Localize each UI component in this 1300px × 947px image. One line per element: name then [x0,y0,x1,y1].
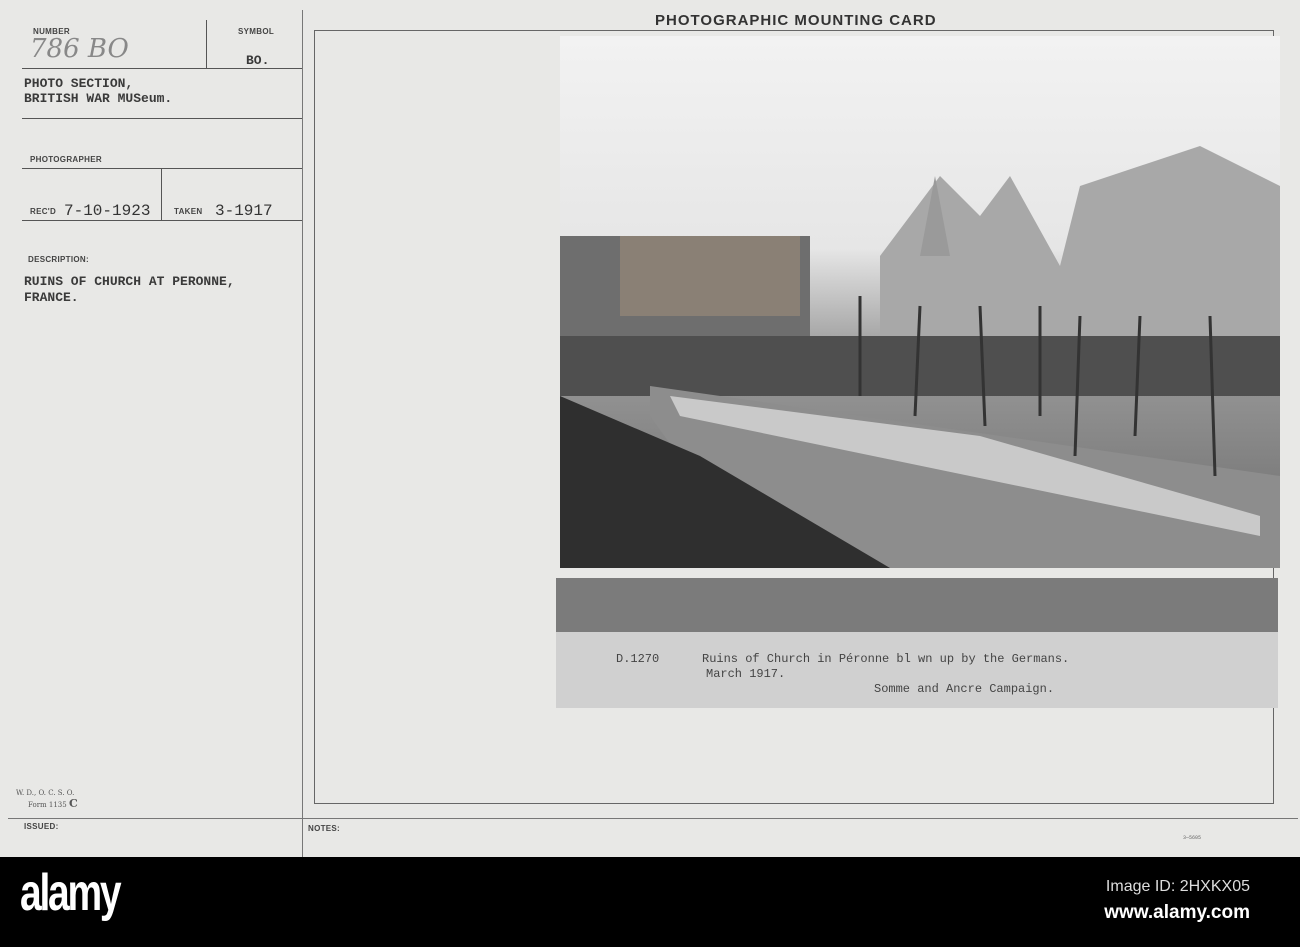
caption-code: D.1270 [616,652,660,666]
symbol-label: SYMBOL [238,27,275,36]
source-line-1: PHOTO SECTION, [24,76,134,91]
watermark-footer: alamy Image ID: 2HXKX05 www.alamy.com [0,857,1300,947]
divider [206,20,207,68]
description-line-2: FRANCE. [24,290,79,305]
issued-label: ISSUED: [24,822,59,831]
recd-label: REC'D [30,207,57,216]
taken-label: TAKEN [174,207,203,216]
divider [161,168,162,220]
photographer-label: PHOTOGRAPHER [30,155,102,164]
recd-value: 7-10-1923 [64,202,151,220]
symbol-value: BO. [246,53,270,68]
caption-line-2: March 1917. [706,667,786,681]
description-line-1: RUINS OF CHURCH AT PERONNE, [24,274,235,289]
alamy-logo: alamy [20,864,122,922]
image-id: Image ID: 2HXKX05 [1105,878,1250,895]
divider [22,68,302,69]
photo-band [556,578,1278,632]
divider [22,220,302,221]
caption-line-3: Somme and Ancre Campaign. [874,682,1055,696]
form-number: Form 1135 [28,801,67,809]
divider [22,118,302,119]
source-line-2: BRITISH WAR MUSeum. [24,91,173,106]
form-line-2: Form 1135 C [28,797,78,810]
number-value: 786 BO [30,34,129,64]
taken-value: 3-1917 [215,202,273,220]
caption-line-1: Ruins of Church in Péronne bl wn up by t… [702,652,1070,666]
ruins-scene [560,146,1280,568]
description-label: DESCRIPTION: [28,255,89,264]
divider [22,168,302,169]
photograph [560,36,1280,568]
alamy-url: www.alamy.com [1104,902,1250,923]
photo-caption-strip: D.1270 Ruins of Church in Péronne bl wn … [556,632,1278,708]
notes-label: NOTES: [308,824,341,833]
form-line-1: W. D., O. C. S. O. [16,789,75,797]
form-suffix: C [68,797,78,810]
divider [8,818,1298,819]
column-divider [302,10,303,857]
print-code: 3—5605 [1183,835,1202,841]
card-title: PHOTOGRAPHIC MOUNTING CARD [655,12,937,29]
